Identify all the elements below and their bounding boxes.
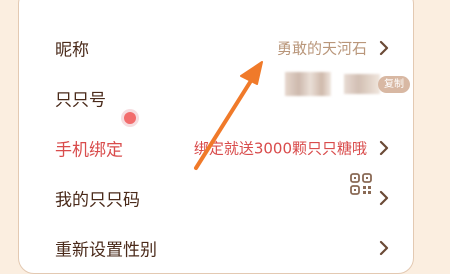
phone-binding-promo: 绑定就送3000颗只只糖哦 <box>193 139 367 158</box>
chevron-right-icon <box>379 140 389 156</box>
row-phone-binding[interactable]: 手机绑定 绑定就送3000颗只只糖哦 <box>19 123 413 173</box>
chevron-right-icon <box>379 240 389 256</box>
reset-gender-label: 重新设置性别 <box>55 240 157 261</box>
nickname-label: 昵称 <box>55 40 89 61</box>
zhizhi-id-value-blurred <box>285 72 331 96</box>
zhizhi-id-label: 只只号 <box>55 90 106 111</box>
profile-settings-card: 昵称 勇敢的天河石 只只号 手机绑定 绑定就送3000颗只只糖哦 我的只只码 重… <box>18 0 414 274</box>
copy-button[interactable]: 复制 <box>378 76 410 93</box>
phone-binding-label: 手机绑定 <box>55 140 123 161</box>
notification-dot <box>124 112 136 124</box>
nickname-value: 勇敢的天河石 <box>276 39 367 58</box>
qr-code-icon[interactable] <box>350 173 372 195</box>
row-reset-gender[interactable]: 重新设置性别 <box>19 223 413 273</box>
chevron-right-icon <box>379 40 389 56</box>
chevron-right-icon <box>379 190 389 206</box>
row-nickname[interactable]: 昵称 勇敢的天河石 <box>19 23 413 73</box>
zhizhi-id-value-blurred-2 <box>344 74 380 94</box>
my-qr-code-label: 我的只只码 <box>55 190 140 211</box>
